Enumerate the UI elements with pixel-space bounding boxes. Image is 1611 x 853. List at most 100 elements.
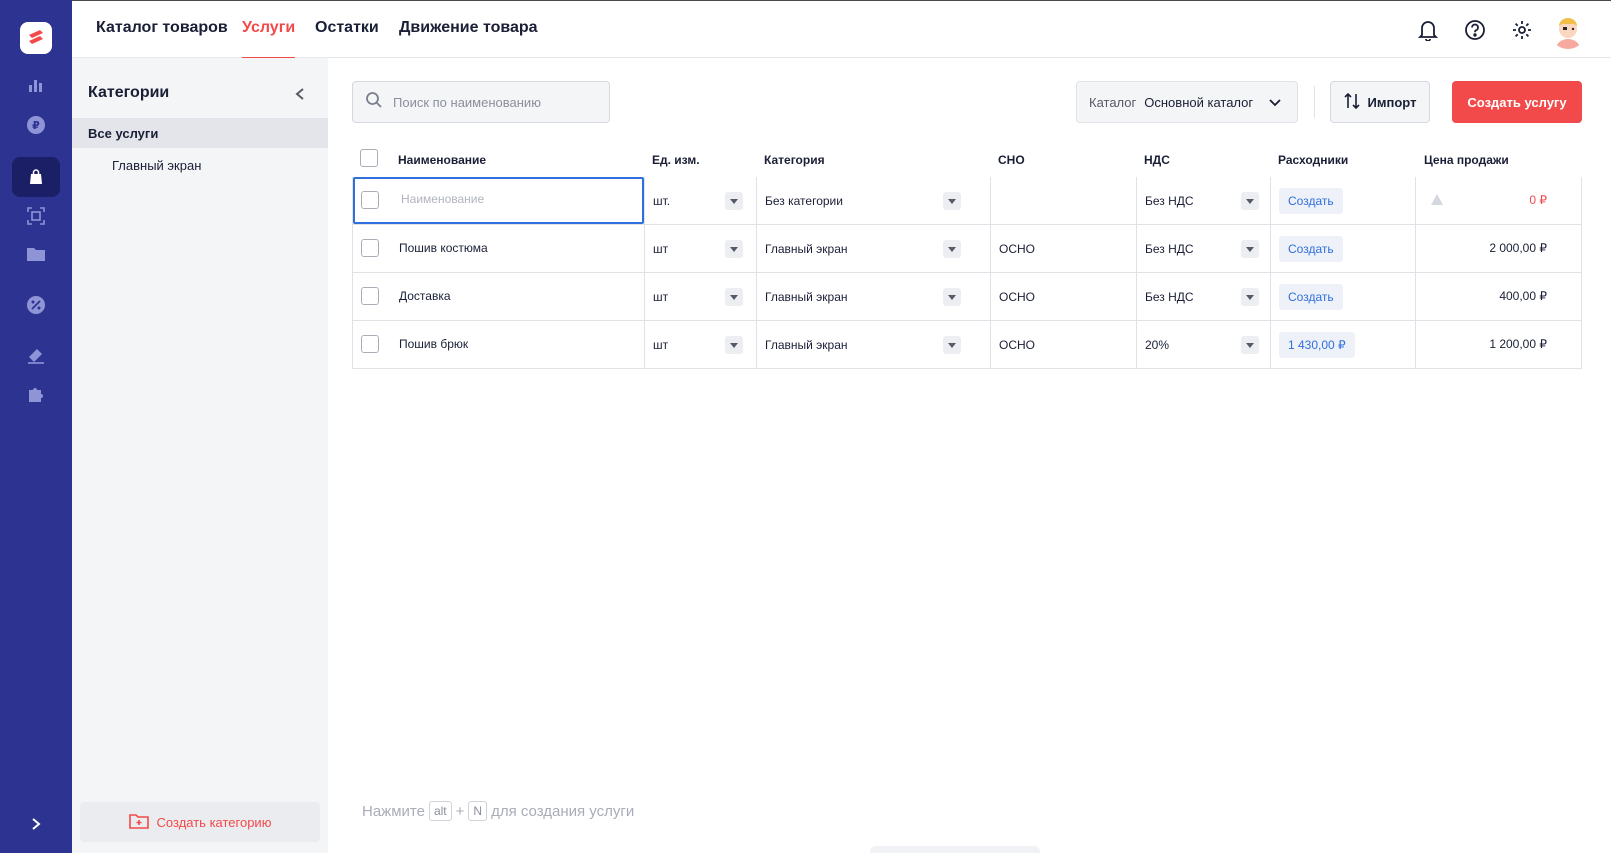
dropdown-caret-icon[interactable] <box>725 336 743 354</box>
discount-icon[interactable] <box>12 285 60 325</box>
category-value: Главный экран <box>765 289 848 304</box>
shortcut-hint: Нажмите alt + N для создания услуги <box>362 801 634 821</box>
tab-product-movement[interactable]: Движение товара <box>399 19 538 59</box>
vat-value: Без НДС <box>1145 289 1194 304</box>
name-input[interactable] <box>401 192 631 206</box>
supplies-create-button[interactable]: Создать <box>1279 235 1343 262</box>
sort-arrows-icon <box>1343 92 1360 113</box>
price-cell[interactable]: 2 000,00 ₽ <box>1415 225 1583 272</box>
unit-cell[interactable]: шт <box>644 225 756 272</box>
supplies-cell: 1 430,00 ₽ <box>1270 321 1415 368</box>
analytics-icon[interactable] <box>12 65 60 105</box>
tickets-icon[interactable] <box>12 335 60 375</box>
help-icon[interactable] <box>1462 17 1488 43</box>
select-all-checkbox[interactable] <box>360 149 378 167</box>
search-input[interactable] <box>393 94 593 110</box>
price-value: 400,00 ₽ <box>1499 289 1547 303</box>
bell-icon[interactable] <box>1415 17 1441 43</box>
vat-cell[interactable]: Без НДС <box>1136 177 1270 224</box>
row-checkbox[interactable] <box>361 335 379 353</box>
vat-cell[interactable]: 20% <box>1136 321 1270 368</box>
hint-prefix: Нажмите <box>362 802 425 820</box>
price-cell[interactable]: 0 ₽ <box>1415 177 1583 224</box>
shopping-bag-icon[interactable] <box>12 157 60 197</box>
avatar[interactable] <box>1550 13 1586 49</box>
kbd-alt: alt <box>428 801 452 821</box>
table-row: Пошив брюк шт Главный экран ОСНО 20% 1 4… <box>352 321 1582 369</box>
create-category-button[interactable]: Создать категорию <box>80 802 320 842</box>
category-value: Главный экран <box>765 337 848 352</box>
category-cell[interactable]: Без категории <box>756 177 990 224</box>
service-name[interactable]: Пошив костюма <box>399 241 488 255</box>
sno-value: ОСНО <box>999 289 1035 304</box>
dropdown-caret-icon[interactable] <box>943 240 961 258</box>
create-service-button[interactable]: Создать услугу <box>1452 81 1582 123</box>
table-row: Пошив костюма шт Главный экран ОСНО Без … <box>352 225 1582 273</box>
dropdown-caret-icon[interactable] <box>725 288 743 306</box>
table-header: Наименование Ед. изм. Категория СНО НДС … <box>352 141 1582 177</box>
supplies-create-button[interactable]: Создать <box>1279 283 1343 310</box>
folder-icon[interactable] <box>12 234 60 274</box>
vat-value: 20% <box>1145 337 1170 352</box>
category-item-all[interactable]: Все услуги <box>72 118 328 148</box>
import-label: Импорт <box>1367 94 1417 110</box>
header-unit: Ед. изм. <box>652 153 700 167</box>
unit-cell[interactable]: шт <box>644 273 756 320</box>
vat-cell[interactable]: Без НДС <box>1136 225 1270 272</box>
sno-cell[interactable]: ОСНО <box>990 273 1136 320</box>
dropdown-caret-icon[interactable] <box>1241 288 1259 306</box>
tab-product-catalog[interactable]: Каталог товаров <box>96 19 228 59</box>
unit-cell[interactable]: шт <box>644 321 756 368</box>
dropdown-caret-icon[interactable] <box>1241 192 1259 210</box>
service-name[interactable]: Пошив брюк <box>399 337 468 351</box>
table-row: Доставка шт Главный экран ОСНО Без НДС С… <box>352 273 1582 321</box>
row-checkbox[interactable] <box>361 239 379 257</box>
app-logo-icon[interactable] <box>20 22 52 54</box>
dropdown-caret-icon[interactable] <box>725 192 743 210</box>
dropdown-caret-icon[interactable] <box>943 288 961 306</box>
price-cell[interactable]: 400,00 ₽ <box>1415 273 1583 320</box>
collapse-panel-icon[interactable] <box>290 84 310 104</box>
name-edit-field[interactable] <box>353 177 644 224</box>
supplies-value-button[interactable]: 1 430,00 ₽ <box>1279 331 1355 358</box>
category-cell[interactable]: Главный экран <box>756 273 990 320</box>
vat-value: Без НДС <box>1145 193 1194 208</box>
sno-cell[interactable]: ОСНО <box>990 225 1136 272</box>
tab-stock[interactable]: Остатки <box>315 19 379 59</box>
search-field[interactable] <box>352 81 610 123</box>
supplies-create-button[interactable]: Создать <box>1279 187 1343 214</box>
price-value: 1 200,00 ₽ <box>1489 337 1547 351</box>
sno-value: ОСНО <box>999 337 1035 352</box>
vat-cell[interactable]: Без НДС <box>1136 273 1270 320</box>
price-value: 2 000,00 ₽ <box>1489 241 1547 255</box>
dropdown-caret-icon[interactable] <box>943 336 961 354</box>
import-button[interactable]: Импорт <box>1330 81 1430 123</box>
unit-cell[interactable]: шт. <box>644 177 756 224</box>
sno-cell[interactable] <box>990 177 1136 224</box>
price-cell[interactable]: 1 200,00 ₽ <box>1415 321 1583 368</box>
category-value: Без категории <box>765 193 843 208</box>
dropdown-caret-icon[interactable] <box>1241 336 1259 354</box>
dropdown-caret-icon[interactable] <box>725 240 743 258</box>
catalog-select[interactable]: Каталог Основной каталог <box>1076 81 1298 123</box>
gear-icon[interactable] <box>1509 17 1535 43</box>
service-name[interactable]: Доставка <box>399 289 451 303</box>
toolbar-divider <box>1314 86 1315 118</box>
sno-cell[interactable]: ОСНО <box>990 321 1136 368</box>
puzzle-icon[interactable] <box>12 374 60 414</box>
dropdown-caret-icon[interactable] <box>943 192 961 210</box>
row-checkbox[interactable] <box>361 287 379 305</box>
category-cell[interactable]: Главный экран <box>756 321 990 368</box>
category-value: Главный экран <box>765 241 848 256</box>
finance-ruble-icon[interactable]: ₽ <box>12 105 60 145</box>
category-cell[interactable]: Главный экран <box>756 225 990 272</box>
tab-services[interactable]: Услуги <box>242 19 296 59</box>
scanner-icon[interactable] <box>12 196 60 236</box>
unit-value: шт <box>653 337 669 352</box>
expand-rail-icon[interactable] <box>24 812 48 836</box>
unit-value: шт. <box>653 193 671 208</box>
search-icon <box>365 91 383 114</box>
category-item-main-screen[interactable]: Главный экран <box>72 150 328 180</box>
dropdown-caret-icon[interactable] <box>1241 240 1259 258</box>
bottom-toast-edge <box>870 846 1040 853</box>
